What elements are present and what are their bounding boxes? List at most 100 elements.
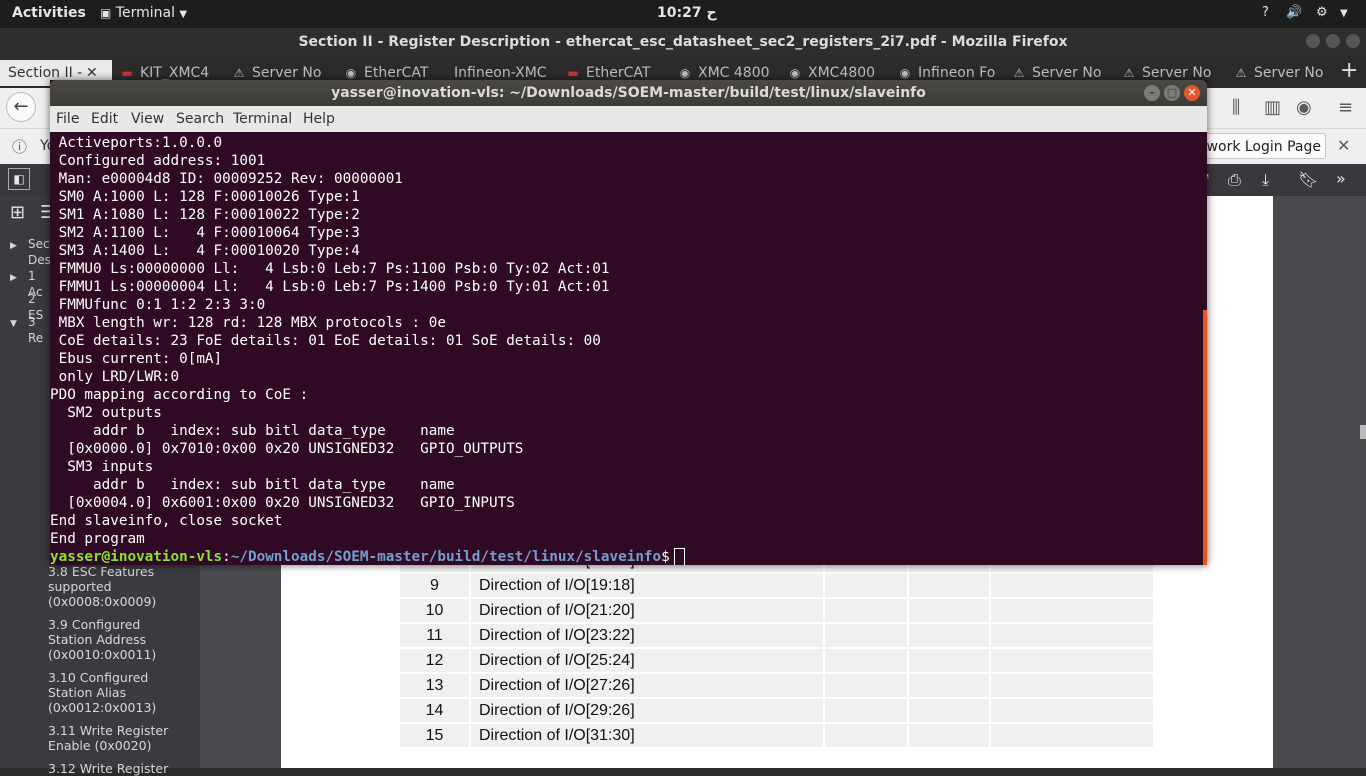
menu-help[interactable]: Help — [303, 111, 335, 127]
outline-item[interactable]: 3.8 ESC Features supported (0x0008:0x000… — [48, 564, 188, 609]
terminal-line: SM3 A:1400 L: 4 F:00010020 Type:4 — [50, 243, 360, 259]
terminal-line: [0x0000.0] 0x7010:0x00 0x20 UNSIGNED32 G… — [50, 441, 524, 457]
maximize-icon[interactable] — [1326, 34, 1340, 48]
tools-icon[interactable]: » — [1336, 169, 1346, 188]
outline-item[interactable]: ▶ 1 Ac — [10, 268, 43, 299]
outline-item[interactable]: 3.11 Write Register Enable (0x0020) — [48, 723, 188, 753]
description-cell: Direction of I/O[23:22] — [471, 624, 823, 647]
table-row: 15 Direction of I/O[31:30] — [400, 724, 1153, 749]
prompt-user: yasser@inovation-vls — [50, 549, 223, 565]
outline-item[interactable]: 2 ES — [10, 291, 43, 322]
terminal-app-icon: ▣ — [100, 6, 112, 20]
menu-search[interactable]: Search — [176, 111, 224, 127]
terminal-line: SM1 A:1080 L: 128 F:00010022 Type:2 — [50, 207, 360, 223]
sidebar-icon[interactable]: ▥ — [1264, 97, 1281, 118]
network-login-button[interactable]: twork Login Page — [1196, 133, 1326, 159]
settings-icon[interactable]: ⚙ — [1316, 5, 1328, 20]
app-menu[interactable]: ▣ Terminal ▼ — [100, 5, 187, 21]
toggle-sidebar-icon[interactable]: ◧ — [8, 168, 30, 190]
expand-arrow-icon[interactable]: ▼ — [10, 319, 17, 329]
text-cursor — [673, 548, 685, 565]
bit-cell: 13 — [400, 674, 469, 697]
close-icon[interactable]: ✕ — [1184, 85, 1200, 101]
table-row: 14 Direction of I/O[29:26] — [400, 699, 1153, 724]
terminal-line: PDO mapping according to CoE : — [50, 387, 309, 403]
prompt-symbol: $ — [661, 549, 670, 565]
minimize-icon[interactable] — [1306, 34, 1320, 48]
description-cell: Direction of I/O[29:26] — [471, 699, 823, 722]
app-menu-label: Terminal — [115, 5, 175, 21]
bit-cell: 15 — [400, 724, 469, 747]
network-login-label: twork Login Page — [1201, 139, 1321, 155]
terminal-output[interactable]: Activeports:1.0.0.0 Configured address: … — [50, 132, 1200, 565]
tab-label: EtherCAT — [586, 65, 651, 81]
activities-button[interactable]: Activities — [12, 5, 86, 21]
new-tab-button[interactable]: + — [1340, 58, 1358, 83]
terminal-line: only LRD/LWR:0 — [50, 369, 180, 385]
terminal-prompt[interactable]: yasser@inovation-vls:~/Downloads/SOEM-ma… — [50, 548, 685, 565]
outline-item[interactable]: 3.9 Configured Station Address (0x0010:0… — [48, 617, 188, 662]
tab-label: Server No — [1254, 65, 1324, 81]
info-icon: ⓘ — [12, 138, 28, 156]
terminal-line: FMMUfunc 0:1 1:2 2:3 3:0 — [50, 297, 266, 313]
thumbnails-icon[interactable]: ⊞ — [10, 202, 25, 223]
expand-arrow-icon[interactable]: ▶ — [10, 241, 17, 251]
tab-server-not-found-4[interactable]: ⚠ Server No — [1226, 60, 1334, 86]
print-icon[interactable]: ⎙ — [1228, 170, 1241, 190]
menu-view[interactable]: View — [131, 111, 164, 127]
outline-item[interactable]: ▼ 3 Re — [10, 314, 43, 345]
description-cell: Direction of I/O[31:30] — [471, 724, 823, 747]
bit-cell: 12 — [400, 649, 469, 672]
terminal-line: SM2 A:1100 L: 4 F:00010064 Type:3 — [50, 225, 360, 241]
terminal-window[interactable]: yasser@inovation-vls: ~/Downloads/SOEM-m… — [50, 80, 1207, 565]
minimize-icon[interactable]: – — [1144, 85, 1160, 101]
firefox-window-title: Section II - Register Description - ethe… — [0, 28, 1366, 56]
description-cell: Direction of I/O[25:24] — [471, 649, 823, 672]
menu-file[interactable]: File — [56, 111, 79, 127]
terminal-line: End program — [50, 531, 145, 547]
back-button[interactable]: ← — [6, 92, 36, 122]
outline-item[interactable]: ▶ Secti Desc — [10, 236, 58, 268]
help-icon[interactable]: ? — [1262, 5, 1269, 20]
terminal-line: [0x0004.0] 0x6001:0x00 0x20 UNSIGNED32 G… — [50, 495, 515, 511]
terminal-line: addr b index: sub bitl data_type name — [50, 423, 455, 439]
maximize-icon[interactable]: □ — [1164, 85, 1180, 101]
bit-cell: 14 — [400, 699, 469, 722]
menu-edit[interactable]: Edit — [91, 111, 118, 127]
description-cell: Direction of I/O[19:18] — [471, 574, 823, 597]
pdf-scrollbar[interactable] — [1360, 425, 1366, 439]
expand-arrow-icon[interactable]: ▶ — [10, 273, 17, 283]
terminal-line: MBX length wr: 128 rd: 128 MBX protocols… — [50, 315, 446, 331]
close-icon[interactable]: ✕ — [1337, 136, 1350, 155]
terminal-title-bar[interactable]: yasser@inovation-vls: ~/Downloads/SOEM-m… — [50, 80, 1207, 106]
prompt-separator: : — [222, 549, 231, 565]
warning-icon: ⚠ — [1235, 66, 1247, 80]
outline-label: 3 Re — [28, 315, 44, 345]
chevron-down-icon[interactable]: ▼ — [1340, 8, 1348, 19]
tab-label: Section II - — [8, 65, 83, 81]
terminal-line: End slaveinfo, close socket — [50, 513, 283, 529]
outline-item[interactable]: 3.10 Configured Station Alias (0x0012:0x… — [48, 670, 188, 715]
table-row: 10 Direction of I/O[21:20] — [400, 599, 1153, 624]
menu-icon[interactable]: ≡ — [1338, 97, 1353, 118]
prompt-path: ~/Downloads/SOEM-master/build/test/linux… — [230, 549, 662, 565]
terminal-scrollbar[interactable] — [1203, 310, 1207, 565]
terminal-line: FMMU0 Ls:00000000 Ll: 4 Lsb:0 Leb:7 Ps:1… — [50, 261, 610, 277]
outline-item[interactable]: 3.12 Write Register — [48, 761, 188, 776]
account-icon[interactable]: ◉ — [1296, 97, 1312, 118]
bookmark-icon[interactable]: 🔖︎ — [1298, 170, 1318, 189]
clock[interactable]: ح 10:27 — [657, 5, 717, 21]
tab-label: Infineon-XMC — [454, 65, 547, 81]
library-icon[interactable]: ⫼ — [1232, 97, 1240, 118]
terminal-line: Ebus current: 0[mA] — [50, 351, 223, 367]
tab-label: XMC 4800 — [698, 65, 770, 81]
terminal-line: addr b index: sub bitl data_type name — [50, 477, 455, 493]
volume-icon[interactable]: 🔊 — [1286, 5, 1302, 20]
close-icon[interactable] — [1346, 34, 1360, 48]
bit-cell: 9 — [400, 574, 469, 597]
download-icon[interactable]: ⤓ — [1262, 170, 1269, 190]
terminal-line: Configured address: 1001 — [50, 153, 266, 169]
menu-terminal[interactable]: Terminal — [233, 111, 292, 127]
outline-tree: ▶ Secti Desc ▶ 1 Ac 2 ES ▼ 3 Re — [10, 236, 58, 345]
table-row: 13 Direction of I/O[27:26] — [400, 674, 1153, 699]
